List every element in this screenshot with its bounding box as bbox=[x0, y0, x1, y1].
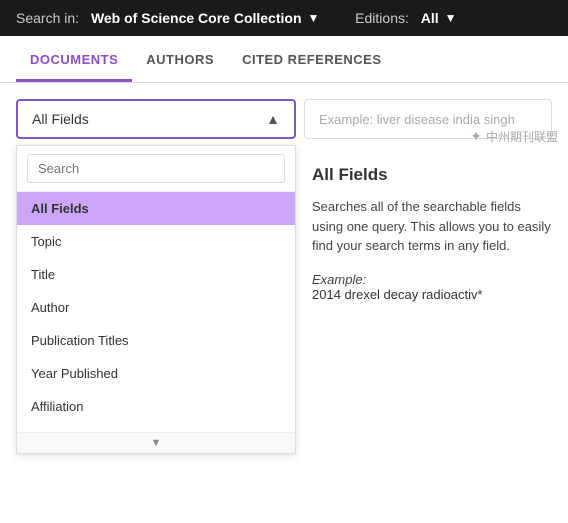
tab-authors[interactable]: AUTHORS bbox=[132, 36, 228, 82]
info-panel-example-value: 2014 drexel decay radioactiv* bbox=[312, 287, 552, 302]
dropdown-search-container bbox=[17, 146, 295, 192]
watermark: ✦ 中州期刊联盟 bbox=[470, 128, 558, 145]
info-panel-description: Searches all of the searchable fields us… bbox=[312, 197, 552, 256]
dropdown-item-year-published[interactable]: Year Published bbox=[17, 357, 295, 390]
watermark-icon: ✦ bbox=[470, 128, 482, 145]
dropdown-item-topic[interactable]: Topic bbox=[17, 225, 295, 258]
dropdown-scroll-down-icon[interactable]: ▼ bbox=[17, 432, 295, 453]
separator bbox=[333, 10, 341, 26]
search-placeholder-text: Example: liver disease india singh bbox=[319, 112, 515, 127]
tab-documents[interactable]: DOCUMENTS bbox=[16, 36, 132, 82]
dropdown-item-title[interactable]: Title bbox=[17, 258, 295, 291]
dropdown-item-all-fields[interactable]: All Fields bbox=[17, 192, 295, 225]
top-bar: Search in: Web of Science Core Collectio… bbox=[0, 0, 568, 36]
info-panel: All Fields Searches all of the searchabl… bbox=[296, 145, 568, 322]
editions-label: Editions: bbox=[355, 10, 409, 26]
dropdown-item-publication-titles[interactable]: Publication Titles bbox=[17, 324, 295, 357]
dropdown-panel: All Fields Topic Title Author Publicatio… bbox=[16, 145, 296, 454]
editions-value[interactable]: All bbox=[421, 10, 439, 26]
dropdown-search-input[interactable] bbox=[27, 154, 285, 183]
dropdown-item-affiliation[interactable]: Affiliation bbox=[17, 390, 295, 423]
collection-dropdown-icon[interactable]: ▼ bbox=[308, 11, 320, 25]
dropdown-item-author[interactable]: Author bbox=[17, 291, 295, 324]
editions-dropdown-icon[interactable]: ▼ bbox=[445, 11, 457, 25]
dropdown-list: All Fields Topic Title Author Publicatio… bbox=[17, 192, 295, 432]
field-dropdown-arrow-icon: ▲ bbox=[266, 111, 280, 127]
main-content: All Fields ▲ Example: liver disease indi… bbox=[0, 83, 568, 155]
watermark-text: 中州期刊联盟 bbox=[486, 128, 558, 145]
field-dropdown[interactable]: All Fields ▲ bbox=[16, 99, 296, 139]
dropdown-item-publisher[interactable]: Publisher bbox=[17, 423, 295, 432]
tab-cited-references[interactable]: CITED REFERENCES bbox=[228, 36, 395, 82]
search-collection-value[interactable]: Web of Science Core Collection bbox=[91, 10, 302, 26]
tabs-bar: DOCUMENTS AUTHORS CITED REFERENCES bbox=[0, 36, 568, 83]
field-dropdown-label: All Fields bbox=[32, 111, 89, 127]
search-in-label: Search in: bbox=[16, 10, 79, 26]
info-panel-example-label: Example: bbox=[312, 272, 552, 287]
info-panel-title: All Fields bbox=[312, 165, 552, 185]
